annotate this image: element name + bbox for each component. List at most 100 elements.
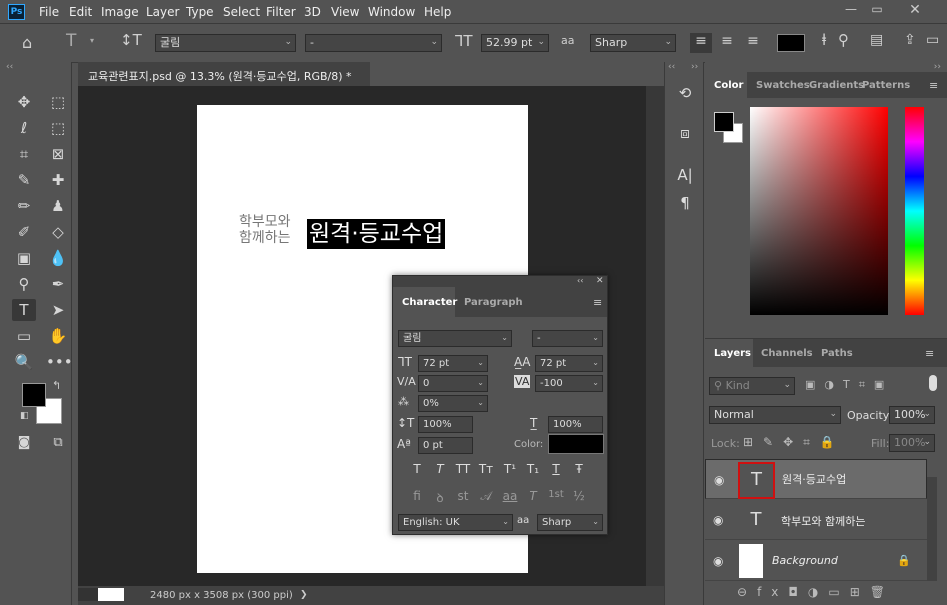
small-caps-icon[interactable]: Tт	[477, 462, 495, 476]
link-layers-icon[interactable]: ⊖	[737, 585, 757, 599]
visibility-eye-icon[interactable]: ◉	[714, 473, 724, 487]
toggle-text-orientation-icon[interactable]: ↕T	[120, 31, 142, 49]
adjustment-layer-icon[interactable]: ◑	[808, 585, 828, 599]
frame-tool-icon[interactable]: ⊠	[46, 143, 70, 165]
superscript-icon[interactable]: T¹	[501, 462, 519, 476]
tab-paragraph[interactable]: Paragraph	[464, 297, 523, 308]
character-panel-icon[interactable]: A|	[673, 166, 697, 188]
lasso-tool-icon[interactable]: ℓ	[12, 117, 36, 139]
maximize-icon[interactable]: ▭	[866, 2, 888, 18]
char-kerning-select[interactable]: 0 ⌄	[418, 375, 488, 392]
underline-icon[interactable]: T	[547, 462, 565, 476]
char-antialias-select[interactable]: Sharp ⌄	[537, 514, 603, 531]
char-tsume-select[interactable]: 0% ⌄	[418, 395, 488, 412]
color-field[interactable]	[750, 107, 888, 315]
canvas-title-text-selected[interactable]: 원격·등교수업	[307, 219, 446, 249]
canvas-small-text[interactable]: 학부모와 함께하는	[239, 214, 291, 246]
titling-alternates-icon[interactable]: T	[524, 489, 542, 503]
tab-color[interactable]: Color	[714, 80, 743, 91]
hue-slider[interactable]	[905, 107, 924, 315]
move-tool-icon[interactable]: ✥	[12, 91, 36, 113]
layer-row-title-text[interactable]: ◉ T 원격·등교수업	[705, 459, 927, 499]
faux-italic-icon[interactable]: T	[431, 462, 449, 476]
char-color-swatch[interactable]	[548, 434, 604, 454]
ligatures-icon[interactable]: fi	[408, 489, 426, 503]
layers-footer-icons[interactable]: ⊖fx◘◑▭⊞🗑	[737, 585, 895, 599]
swap-colors-icon[interactable]: ↰	[52, 379, 61, 392]
brush-tool-icon[interactable]: ✏	[12, 195, 36, 217]
tab-character[interactable]: Character	[402, 297, 457, 308]
menu-window[interactable]: Window	[368, 5, 415, 19]
menu-select[interactable]: Select	[223, 5, 260, 19]
rectangle-tool-icon[interactable]: ▭	[12, 325, 36, 347]
language-select[interactable]: English: UK ⌄	[398, 514, 513, 531]
pen-tool-icon[interactable]: ✒	[46, 273, 70, 295]
strikethrough-icon[interactable]: Ŧ	[570, 462, 588, 476]
add-mask-icon[interactable]: ◘	[788, 585, 808, 599]
character-panel-titlebar[interactable]	[393, 276, 607, 287]
blend-mode-select[interactable]: Normal ⌄	[709, 406, 841, 424]
menu-type[interactable]: Type	[186, 5, 214, 19]
swash-icon[interactable]: 𝒜	[477, 489, 495, 504]
layers-menu-icon[interactable]: ≡	[925, 347, 934, 360]
dodge-tool-icon[interactable]: ⚲	[12, 273, 36, 295]
new-layer-icon[interactable]: ⊞	[850, 585, 870, 599]
all-caps-icon[interactable]: TT	[454, 462, 472, 476]
filter-icons[interactable]: ▣◑T⌗▣	[805, 378, 893, 392]
document-tab[interactable]: 교육관련표지.psd @ 13.3% (원격·등교수업, RGB/8) * ×	[78, 62, 370, 97]
antialias-select[interactable]: Sharp ⌄	[590, 34, 676, 52]
paragraph-panel-icon[interactable]: ¶	[673, 194, 697, 216]
tab-layers[interactable]: Layers	[714, 348, 751, 359]
default-colors-icon[interactable]: ◧	[20, 411, 29, 421]
faux-bold-icon[interactable]: T	[408, 462, 426, 476]
stamp-tool-icon[interactable]: ♟	[46, 195, 70, 217]
vertical-scrollbar[interactable]	[646, 86, 664, 586]
tab-swatches[interactable]: Swatches	[756, 80, 810, 91]
object-select-tool-icon[interactable]: ⬚	[46, 117, 70, 139]
menu-view[interactable]: View	[331, 5, 359, 19]
search-icon[interactable]: ⚲	[838, 31, 849, 49]
history-brush-icon[interactable]: ✐	[12, 221, 36, 243]
font-size-select[interactable]: 52.99 pt ⌄	[481, 34, 549, 52]
menu-filter[interactable]: Filter	[266, 5, 296, 19]
char-horizontal-scale-input[interactable]: 100%	[548, 416, 603, 433]
fx-icon[interactable]: fx	[757, 585, 788, 599]
visibility-eye-icon[interactable]: ◉	[713, 513, 723, 527]
color-fg-swatch[interactable]	[714, 112, 734, 132]
font-family-select[interactable]: 굴림 ⌄	[155, 34, 296, 52]
share-icon[interactable]: ⇪	[904, 32, 916, 48]
home-icon[interactable]: ⌂	[22, 33, 32, 52]
ordinals-icon[interactable]: 1st	[547, 489, 565, 500]
collapse-dock-icon[interactable]: ‹‹	[668, 62, 675, 72]
char-font-size-select[interactable]: 72 pt ⌄	[418, 355, 488, 372]
collapse-panels-icon[interactable]: ››	[705, 62, 947, 72]
history-panel-icon[interactable]: ⟲	[673, 84, 697, 106]
layers-scrollbar[interactable]	[927, 477, 937, 581]
eraser-tool-icon[interactable]: ◇	[46, 221, 70, 243]
marquee-tool-icon[interactable]: ⬚	[46, 91, 70, 113]
align-right-icon[interactable]: ≡	[742, 33, 764, 49]
char-baseline-input[interactable]: 0 pt	[418, 437, 473, 454]
type-tool-icon[interactable]: T	[12, 299, 36, 321]
zoom-tool-icon[interactable]: 🔍	[12, 351, 36, 373]
lock-icons[interactable]: ⊞✎✥⌗🔒	[743, 435, 845, 450]
character-menu-icon[interactable]: ≡	[593, 296, 602, 309]
color-panel-menu-icon[interactable]: ≡	[929, 79, 938, 92]
text-color-swatch[interactable]	[777, 34, 805, 52]
fractions-icon[interactable]: ½	[570, 489, 588, 503]
status-menu-arrow-icon[interactable]: ❯	[300, 590, 308, 600]
foreground-color-swatch[interactable]	[22, 383, 46, 407]
layer-row-background[interactable]: ◉ Background 🔒	[705, 541, 927, 581]
tab-channels[interactable]: Channels	[761, 348, 813, 359]
new-group-icon[interactable]: ▭	[828, 585, 849, 599]
menu-3d[interactable]: 3D	[304, 5, 321, 19]
menu-help[interactable]: Help	[424, 5, 451, 19]
contextual-alternates-icon[interactable]: st	[454, 489, 472, 503]
tab-gradients[interactable]: Gradients	[809, 80, 864, 91]
discretionary-ligatures-icon[interactable]: ꝺ	[431, 489, 449, 506]
blur-tool-icon[interactable]: 💧	[46, 247, 70, 269]
tab-patterns[interactable]: Patterns	[862, 80, 910, 91]
collapse-icon[interactable]: ‹‹	[6, 62, 13, 72]
menu-file[interactable]: File	[39, 5, 59, 19]
3d-panel-icon[interactable]: ⧈	[673, 124, 697, 146]
